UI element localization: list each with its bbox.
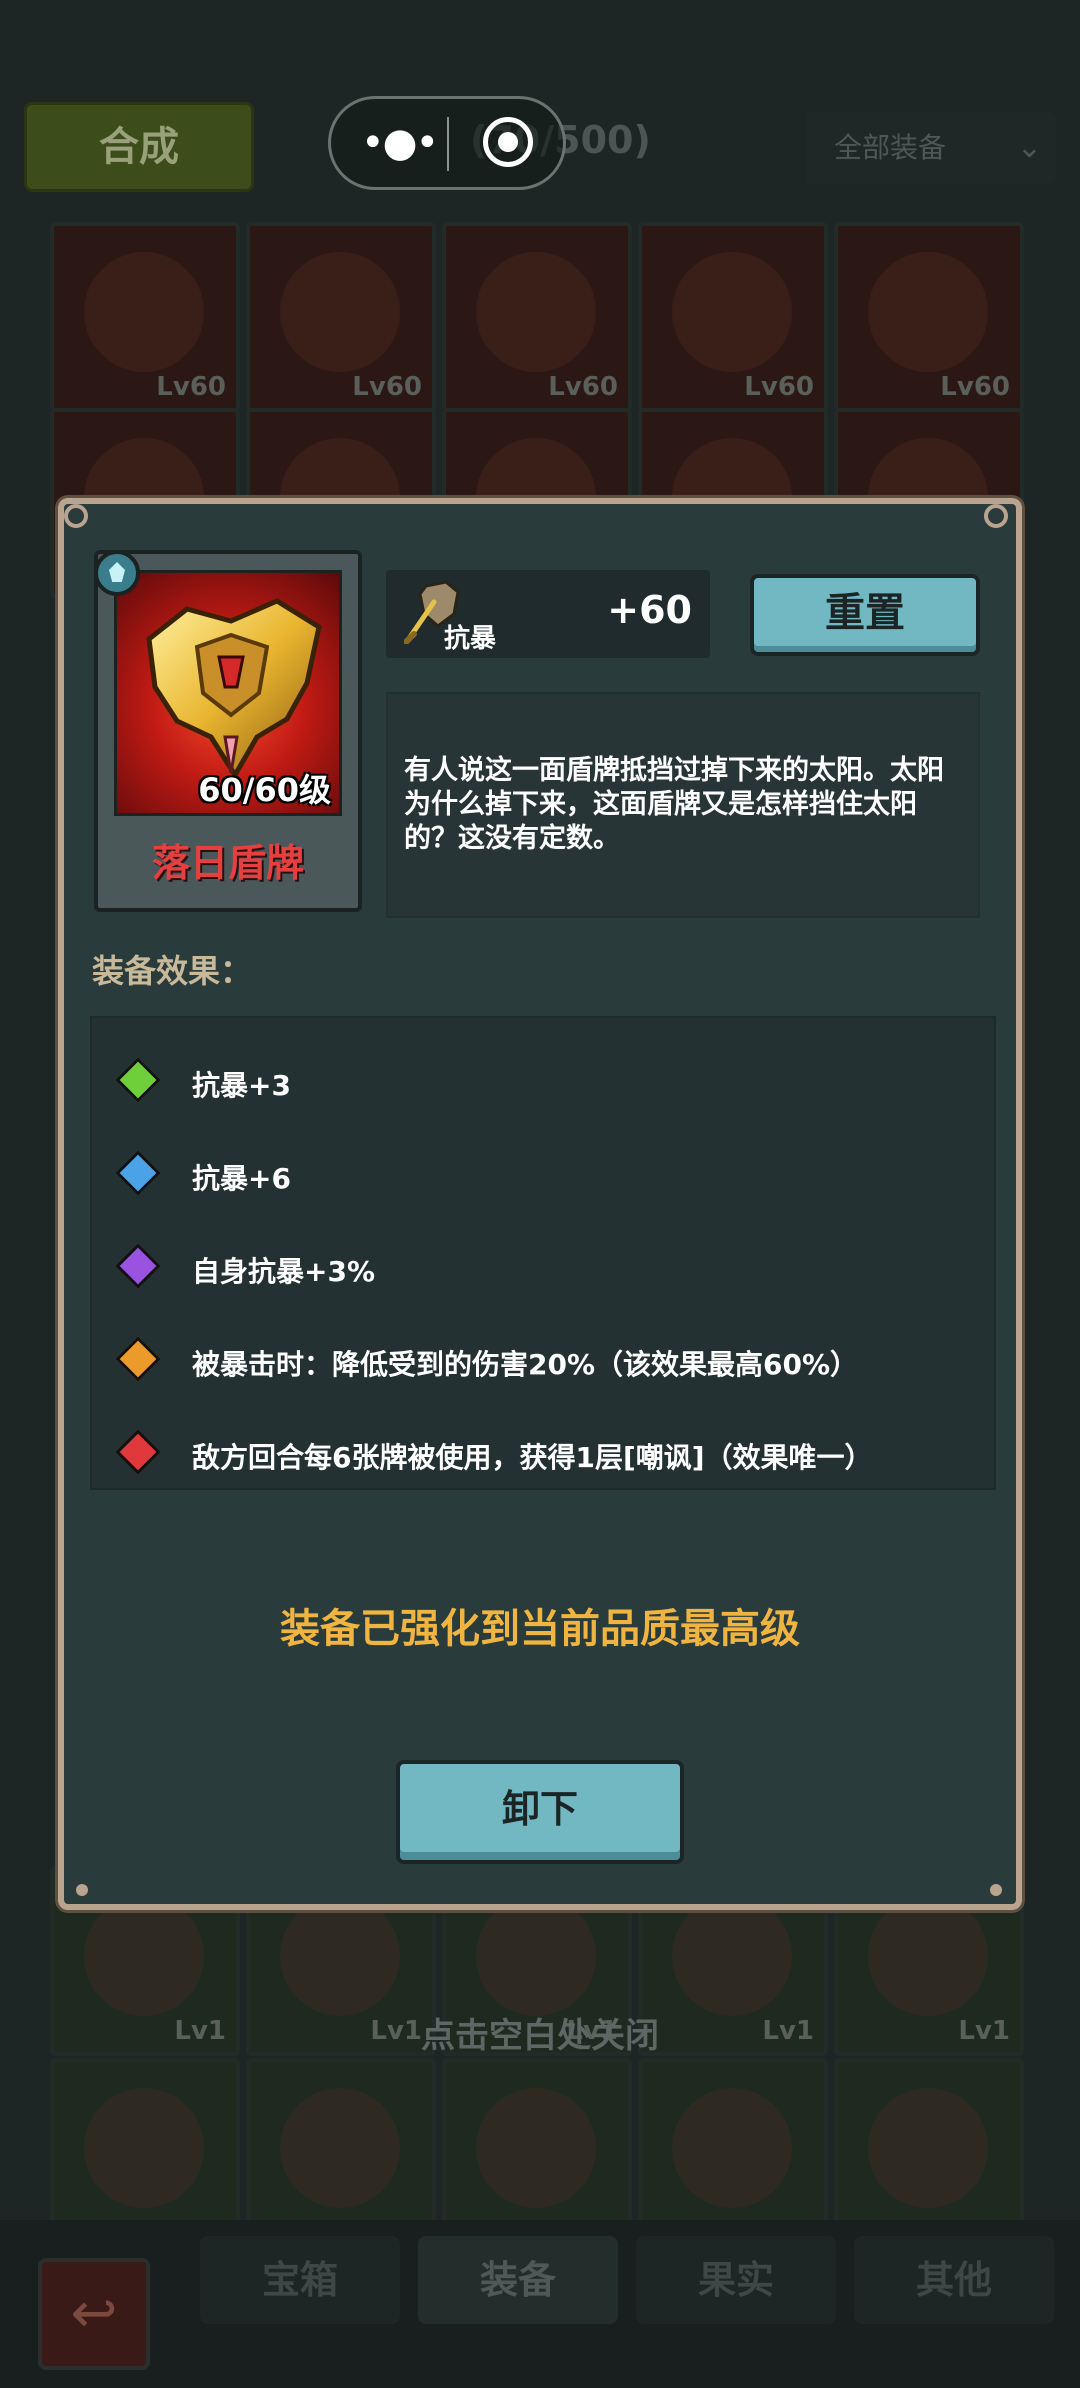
slot-level: Lv60 (548, 372, 618, 402)
capsule-divider (447, 117, 449, 171)
orange-gem-icon (115, 1336, 161, 1382)
effect-item: 抗暴+3 (92, 1054, 992, 1114)
effect-item: 自身抗暴+3% (92, 1240, 992, 1300)
description-box: 有人说这一面盾牌抵挡过掉下来的太阳。太阳为什么掉下来，这面盾牌又是怎样挡住太阳的… (386, 692, 980, 918)
effects-list: 抗暴+3 抗暴+6 自身抗暴+3% 被暴击时：降低受到的伤害20%（该效果最高6… (90, 1016, 996, 1490)
filter-label: 全部装备 (834, 131, 947, 164)
filter-dropdown[interactable]: 全部装备 ⌄ (806, 112, 1056, 184)
reset-button[interactable]: 重置 (750, 574, 980, 656)
slot-level: Lv60 (352, 372, 422, 402)
grid-slot[interactable]: Lv60 (246, 222, 436, 412)
item-art: 60/60级 (114, 570, 342, 816)
effect-text: 敌方回合每6张牌被使用，获得1层[嘲讽]（效果唯一） (192, 1441, 873, 1474)
miniprogram-capsule: •●• (328, 96, 566, 190)
more-dots-icon[interactable]: •●• (361, 121, 439, 165)
red-gem-icon (115, 1429, 161, 1475)
effect-item: 抗暴+6 (92, 1147, 992, 1207)
slot-level: Lv60 (940, 372, 1010, 402)
item-level: 60/60级 (198, 771, 331, 809)
quality-gem-icon (94, 550, 140, 596)
stat-value: +60 (607, 588, 692, 632)
corner-ornament (76, 1884, 88, 1896)
tab-other[interactable]: 其他 (854, 2236, 1054, 2324)
item-description: 有人说这一面盾牌抵挡过掉下来的太阳。太阳为什么掉下来，这面盾牌又是怎样挡住太阳的… (404, 755, 944, 854)
effect-item: 敌方回合每6张牌被使用，获得1层[嘲讽]（效果唯一） (92, 1426, 992, 1486)
effects-title: 装备效果： (92, 952, 253, 990)
grid-slot[interactable]: Lv60 (50, 222, 240, 412)
grid-slot[interactable]: Lv60 (638, 222, 828, 412)
back-button[interactable]: ↩ (38, 2258, 150, 2370)
effect-text: 被暴击时：降低受到的伤害20%（该效果最高60%） (192, 1348, 859, 1381)
item-name: 落日盾牌 (151, 841, 304, 885)
chevron-down-icon: ⌄ (1016, 130, 1042, 165)
effect-text: 抗暴+6 (192, 1162, 291, 1195)
corner-ornament (990, 1884, 1002, 1896)
corner-ornament (64, 504, 88, 528)
stat-name: 抗暴 (444, 624, 497, 654)
equipment-grid-row-1: Lv60 Lv60 Lv60 Lv60 Lv60 (50, 222, 1040, 412)
slot-level: Lv60 (744, 372, 814, 402)
effect-text: 自身抗暴+3% (192, 1255, 375, 1288)
tab-chest[interactable]: 宝箱 (200, 2236, 400, 2324)
close-hint: 点击空白处关闭 (421, 2016, 659, 2056)
tab-fruit[interactable]: 果实 (636, 2236, 836, 2324)
synthesize-button[interactable]: 合成 (24, 102, 254, 192)
blue-gem-icon (115, 1150, 161, 1196)
max-level-notice: 装备已强化到当前品质最高级 (280, 1606, 800, 1652)
corner-ornament (984, 504, 1008, 528)
stat-box: 抗暴 +60 (386, 570, 710, 658)
item-card: 60/60级 落日盾牌 (94, 550, 362, 912)
green-gem-icon (115, 1057, 161, 1103)
effect-item: 被暴击时：降低受到的伤害20%（该效果最高60%） (92, 1333, 992, 1393)
slot-level: Lv60 (156, 372, 226, 402)
grid-slot[interactable]: Lv60 (834, 222, 1024, 412)
tab-equipment[interactable]: 装备 (418, 2236, 618, 2324)
grid-slot[interactable]: Lv60 (442, 222, 632, 412)
purple-gem-icon (115, 1243, 161, 1289)
target-icon[interactable] (483, 117, 533, 167)
back-arrow-icon: ↩ (70, 2281, 118, 2346)
effect-text: 抗暴+3 (192, 1069, 291, 1102)
golden-shield-icon (146, 598, 322, 777)
unequip-button[interactable]: 卸下 (396, 1760, 684, 1864)
